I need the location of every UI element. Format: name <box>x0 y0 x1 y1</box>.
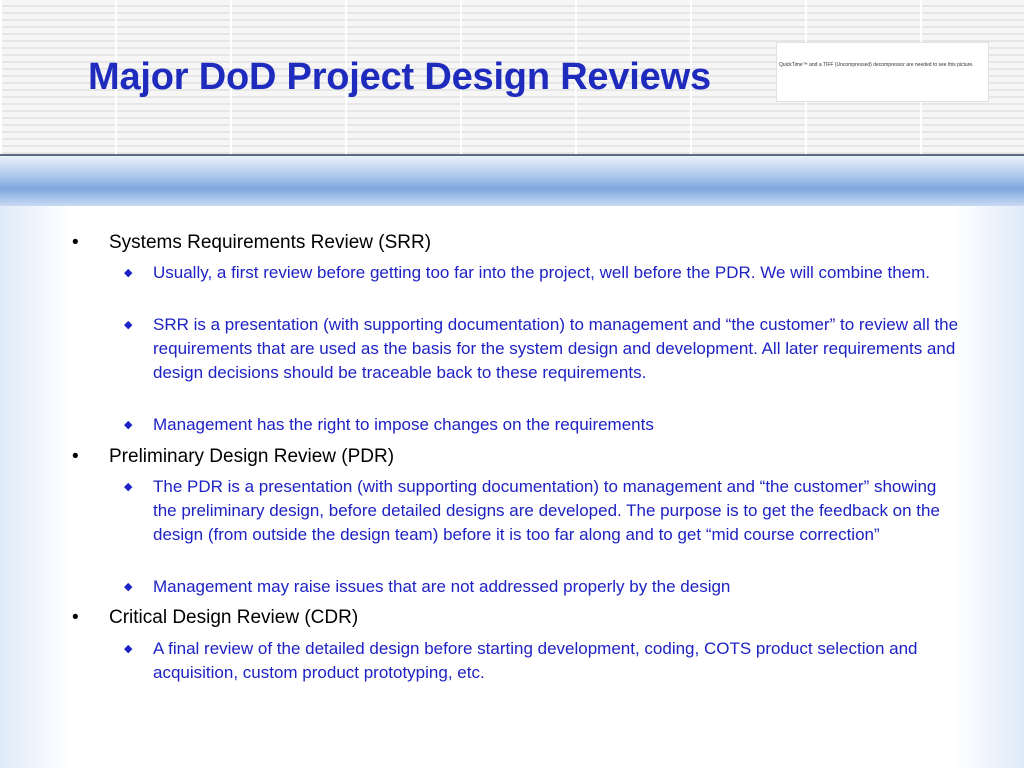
bullet-dot: • <box>72 607 79 628</box>
diamond-bullet-icon: ◆ <box>124 419 133 431</box>
cdr-detail-1: A final review of the detailed design be… <box>153 639 918 682</box>
diamond-bullet-icon: ◆ <box>124 319 133 331</box>
pdr-detail-2: Management may raise issues that are not… <box>153 577 731 596</box>
diamond-bullet-icon: ◆ <box>124 267 133 279</box>
bullet-dot: • <box>72 232 79 253</box>
diamond-bullet-icon: ◆ <box>124 481 133 493</box>
srr-detail-3: Management has the right to impose chang… <box>153 415 654 434</box>
pdr-detail-1: The PDR is a presentation (with supporti… <box>153 477 940 544</box>
srr-detail-2: SRR is a presentation (with supporting d… <box>153 315 959 382</box>
srr-detail-1: Usually, a first review before getting t… <box>153 263 930 282</box>
bullet-pdr: Preliminary Design Review (PDR) <box>109 446 395 467</box>
diamond-bullet-icon: ◆ <box>124 581 133 593</box>
diamond-bullet-icon: ◆ <box>124 643 133 655</box>
bullet-dot: • <box>72 446 79 467</box>
bullet-srr: Systems Requirements Review (SRR) <box>109 232 432 253</box>
bullet-cdr: Critical Design Review (CDR) <box>109 607 359 628</box>
slide-body: • Systems Requirements Review (SRR) ◆ Us… <box>0 0 1024 768</box>
